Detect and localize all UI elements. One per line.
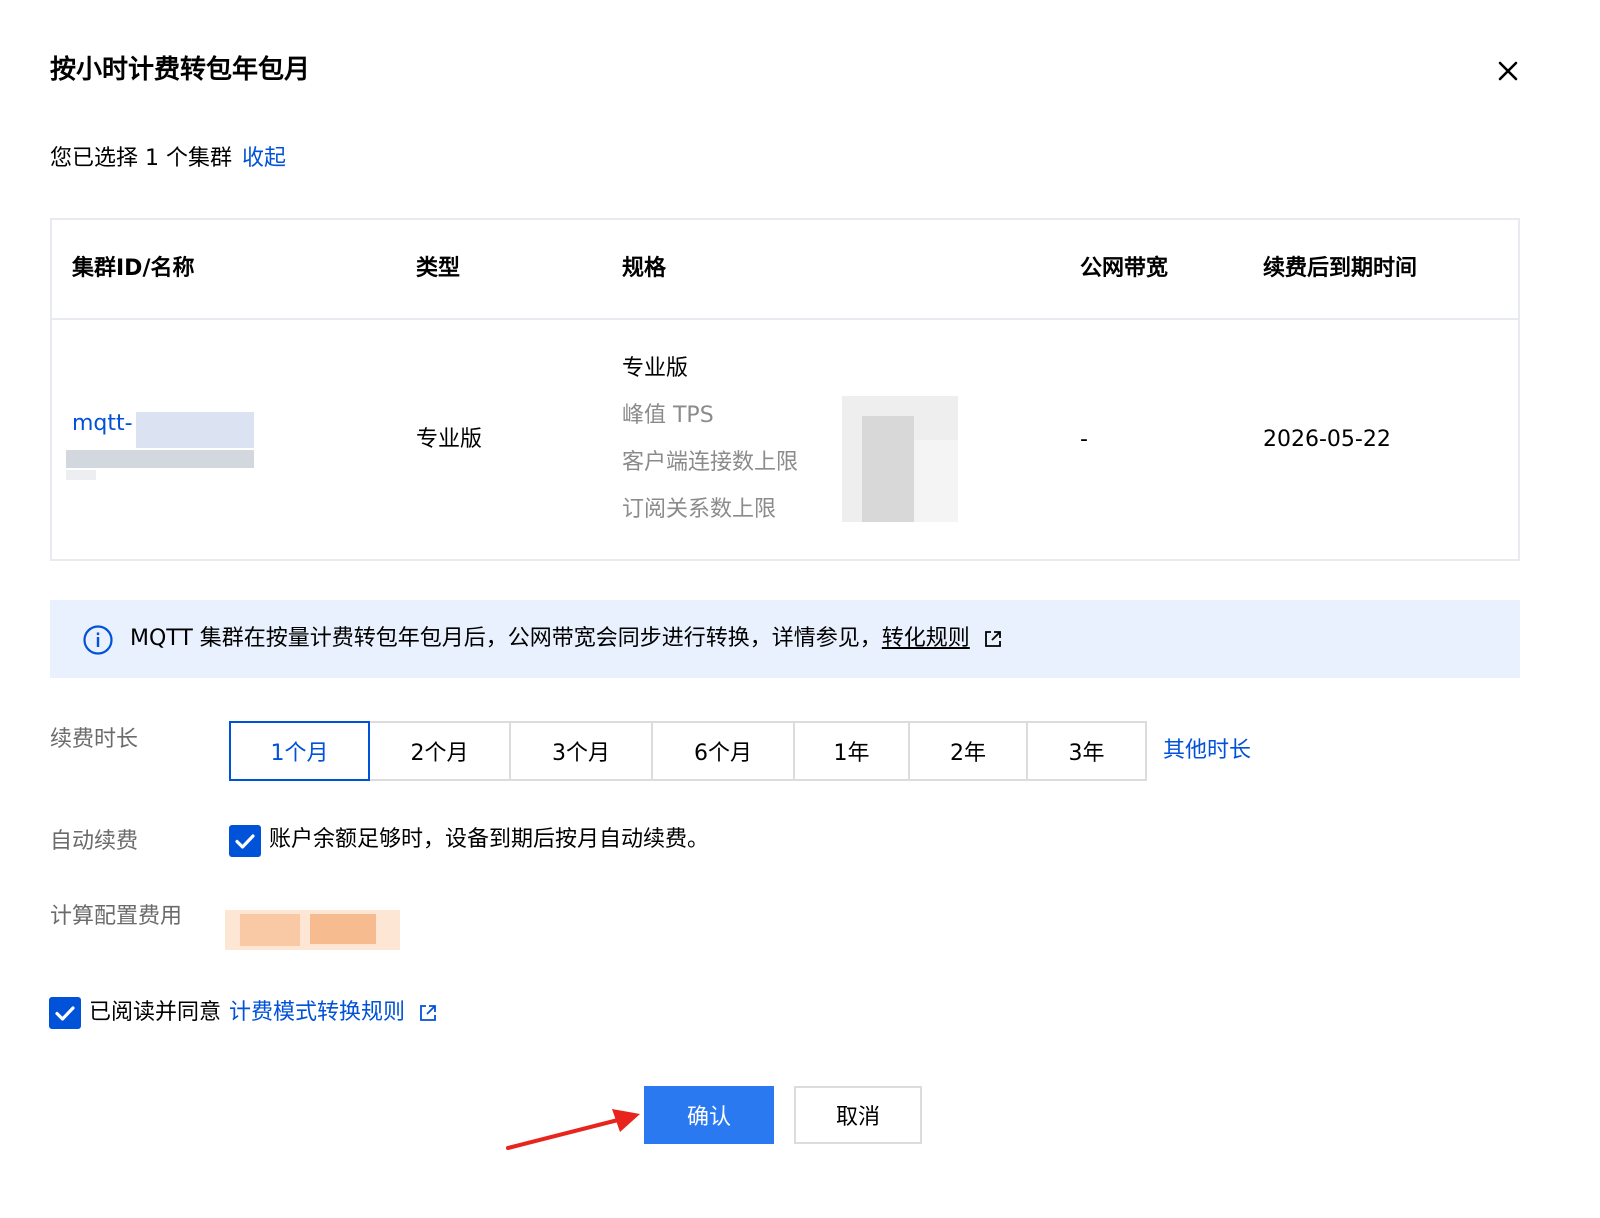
expire-date: 2026-05-22: [1263, 427, 1391, 452]
cluster-id-link[interactable]: mqtt-: [72, 409, 133, 439]
table-header: 集群ID/名称 类型 规格 公网带宽 续费后到期时间: [52, 220, 1518, 320]
dialog-title: 按小时计费转包年包月: [50, 55, 311, 85]
column-header-cluster-id: 集群ID/名称: [72, 256, 195, 281]
duration-option-2-months[interactable]: 2个月: [370, 721, 511, 781]
duration-label: 续费时长: [50, 727, 139, 752]
redacted-cluster-name-tail: [66, 470, 96, 480]
auto-renew-checkbox[interactable]: [229, 825, 261, 857]
info-text-line: MQTT 集群在按量计费转包年包月后，公网带宽会同步进行转换，详情参见，转化规则: [130, 624, 1002, 654]
auto-renew-description: 账户余额足够时，设备到期后按月自动续费。: [269, 827, 710, 852]
duration-option-1-year[interactable]: 1年: [795, 721, 910, 781]
duration-option-6-months[interactable]: 6个月: [653, 721, 795, 781]
redacted-price-left: [240, 914, 300, 946]
auto-renew-label: 自动续费: [50, 829, 139, 854]
confirm-button[interactable]: 确认: [644, 1086, 774, 1144]
table-row: mqtt- 专业版 专业版 峰值 TPS 客户端连接数上限 订阅关系数上限 - …: [52, 320, 1518, 561]
other-duration-link[interactable]: 其他时长: [1163, 736, 1251, 766]
spec-item-peak-tps: 峰值 TPS: [622, 403, 714, 428]
redacted-cluster-name: [66, 450, 254, 468]
conversion-rule-link[interactable]: 转化规则: [882, 626, 970, 651]
close-icon[interactable]: [1493, 56, 1523, 86]
agreement-text: 已阅读并同意: [89, 1000, 222, 1025]
redacted-spec-values-light: [914, 440, 958, 522]
billing-rule-link[interactable]: 计费模式转换规则: [229, 1000, 405, 1025]
spec-title: 专业版: [622, 356, 689, 381]
cost-label: 计算配置费用: [50, 904, 183, 929]
duration-option-3-months[interactable]: 3个月: [511, 721, 653, 781]
column-header-spec: 规格: [622, 256, 667, 281]
column-header-bandwidth: 公网带宽: [1080, 256, 1169, 281]
agreement-line: 已阅读并同意 计费模式转换规则: [89, 998, 437, 1028]
collapse-link[interactable]: 收起: [242, 146, 286, 171]
column-header-type: 类型: [416, 256, 461, 281]
duration-selector: 1个月 2个月 3个月 6个月 1年 2年 3年: [229, 721, 1147, 781]
annotation-arrow-icon: [506, 1109, 640, 1150]
info-icon: [82, 624, 114, 656]
cluster-type: 专业版: [416, 427, 483, 452]
redacted-cluster-id: [136, 412, 254, 448]
agreement-checkbox[interactable]: [49, 997, 81, 1029]
info-message: MQTT 集群在按量计费转包年包月后，公网带宽会同步进行转换，详情参见，: [130, 626, 882, 651]
selection-count-text: 您已选择 1 个集群: [50, 146, 232, 171]
spec-item-client-limit: 客户端连接数上限: [622, 450, 799, 475]
external-link-icon[interactable]: [419, 1004, 437, 1022]
column-header-expire-time: 续费后到期时间: [1263, 256, 1418, 281]
cancel-button[interactable]: 取消: [794, 1086, 922, 1144]
external-link-icon[interactable]: [984, 630, 1002, 648]
redacted-spec-values-dark: [862, 416, 914, 522]
bandwidth-value: -: [1080, 427, 1088, 452]
info-banner: MQTT 集群在按量计费转包年包月后，公网带宽会同步进行转换，详情参见，转化规则: [50, 600, 1520, 678]
spec-item-subscription-limit: 订阅关系数上限: [622, 497, 777, 522]
selection-summary: 您已选择 1 个集群 收起: [50, 144, 286, 174]
duration-option-3-years[interactable]: 3年: [1028, 721, 1147, 781]
duration-option-1-month[interactable]: 1个月: [229, 721, 370, 781]
redacted-price-right: [310, 914, 376, 944]
duration-option-2-years[interactable]: 2年: [910, 721, 1028, 781]
cluster-table: 集群ID/名称 类型 规格 公网带宽 续费后到期时间 mqtt- 专业版 专业版…: [50, 218, 1520, 561]
